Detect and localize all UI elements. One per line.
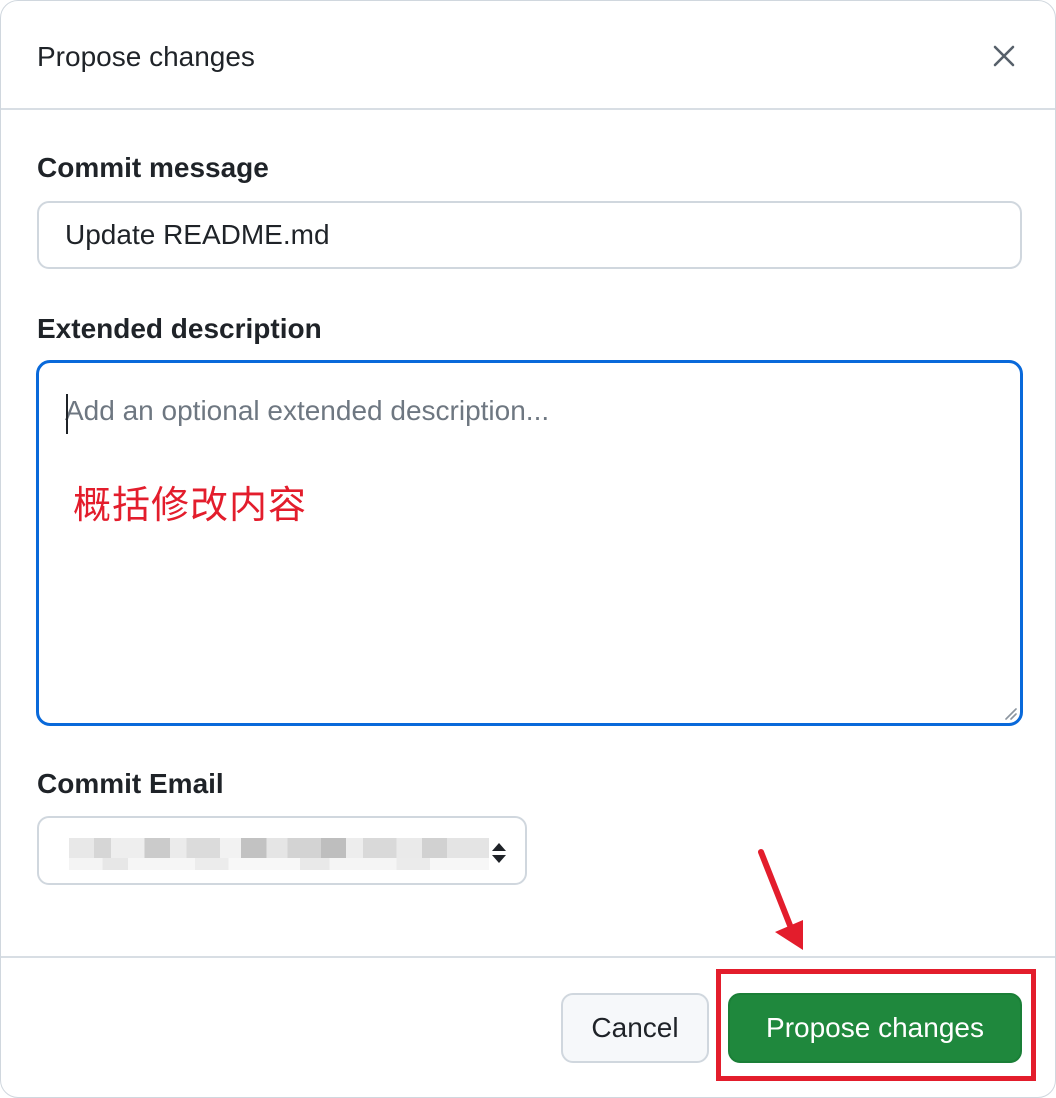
cancel-button[interactable]: Cancel [561, 993, 709, 1063]
dialog-title: Propose changes [37, 41, 255, 72]
x-icon [993, 45, 1015, 67]
obscured-email-value [69, 838, 489, 870]
commit-message-input[interactable] [37, 201, 1022, 269]
commit-message-label: Commit message [37, 152, 269, 183]
annotation-arrow-icon [758, 849, 803, 950]
extended-description-label: Extended description [37, 313, 322, 344]
annotation-summarize-changes: 概括修改内容 [73, 483, 308, 527]
commit-email-select[interactable] [37, 816, 527, 885]
dialog-header: Propose changes [1, 1, 1055, 110]
extended-description-textarea[interactable] [39, 363, 1020, 723]
propose-changes-button[interactable]: Propose changes [728, 993, 1022, 1063]
close-button[interactable] [981, 33, 1027, 79]
resize-handle-icon[interactable] [1000, 703, 1018, 721]
commit-email-label: Commit Email [37, 768, 224, 799]
extended-description-field[interactable] [36, 360, 1023, 726]
select-arrows-icon [492, 843, 506, 863]
text-caret [66, 394, 68, 434]
propose-changes-dialog: Propose changes Commit message Extended … [0, 0, 1056, 1098]
